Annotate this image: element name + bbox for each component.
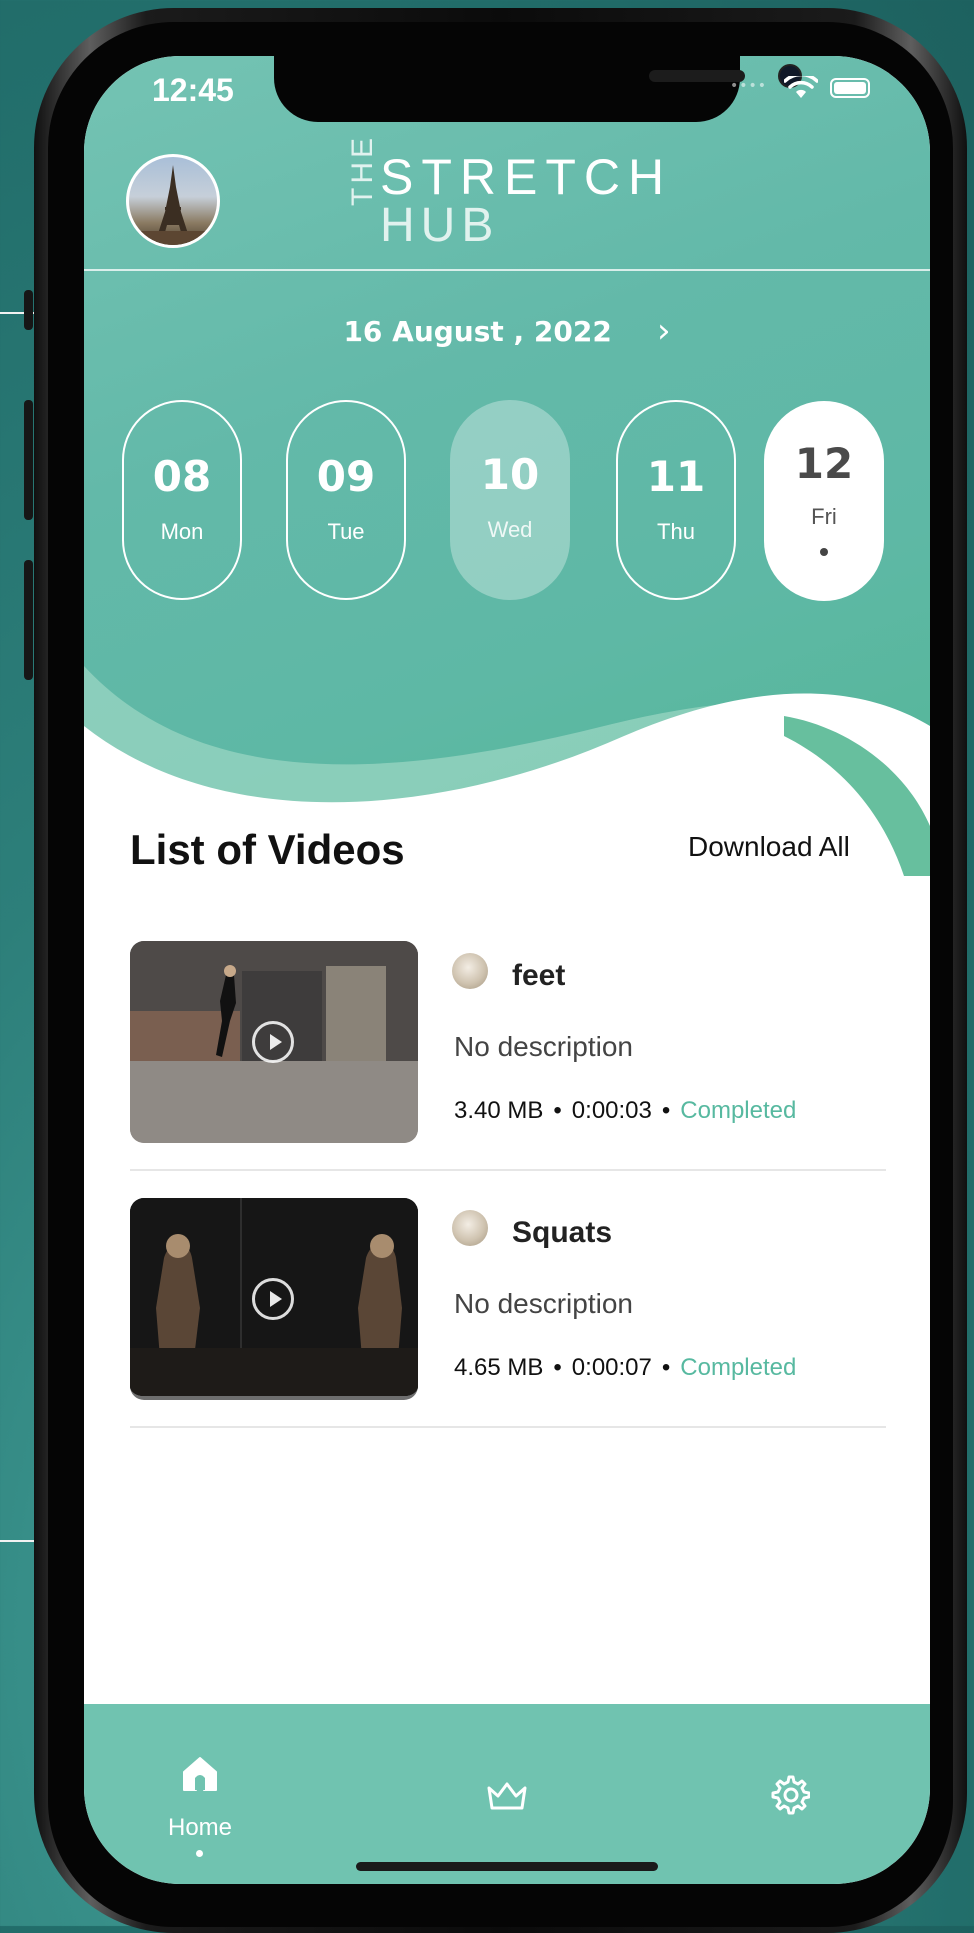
notch [274,56,802,122]
day-name: Thu [657,519,695,544]
video-status: Completed [680,1097,797,1124]
logo-hub-text: HUB [380,199,500,252]
day-name: Tue [327,519,365,544]
date-row: 16 August , 2022 › [84,314,930,348]
video-size: 3.40 MB [454,1097,544,1124]
video-meta: 3.40 MB • 0:00:03 • Completed [454,1097,796,1125]
header-divider [84,269,930,271]
chevron-right-icon[interactable]: › [657,314,671,348]
eiffel-tower-icon [139,165,207,245]
day-number: 09 [316,452,376,501]
day-name: Wed [487,517,533,542]
volume-up-button [24,400,33,520]
selected-day-dot [820,548,828,556]
video-duration: 0:00:07 [571,1354,652,1381]
video-title: feet [512,959,566,992]
list-divider [130,1426,886,1428]
gear-icon [771,1775,810,1815]
active-tab-dot [196,1850,203,1857]
video-size: 4.65 MB [454,1354,544,1381]
day-pill-tue[interactable]: 09 Tue [286,400,406,600]
day-name: Fri [811,504,837,529]
wifi-icon [784,76,818,98]
exercise-icon [452,953,488,989]
day-pill-mon[interactable]: 08 Mon [122,400,242,600]
day-number: 11 [646,452,706,501]
video-duration: 0:00:03 [571,1097,652,1124]
day-pill-wed[interactable]: 10 Wed [450,400,570,600]
play-icon[interactable] [252,1278,294,1320]
exercise-icon [452,1210,488,1246]
meta-separator: • [553,1354,562,1381]
video-description: No description [454,1288,633,1319]
day-pill-thu[interactable]: 11 Thu [616,400,736,600]
download-all-button[interactable]: Download All [688,831,850,863]
signal-icon: •••• [730,78,768,94]
volume-down-button [24,560,33,680]
avatar[interactable] [126,154,220,248]
current-date: 16 August , 2022 [343,314,612,348]
tab-home[interactable]: Home [168,1704,232,1884]
logo-the-text: THE [346,134,379,206]
crown-icon [487,1782,527,1810]
mute-switch [24,290,33,330]
video-thumbnail[interactable] [130,941,418,1143]
section-title: List of Videos [130,826,405,873]
video-status: Completed [680,1354,797,1381]
app-screen: 12:45 •••• THE STRETCH HUB 16 August , 2… [84,56,930,1884]
video-title: Squats [512,1216,613,1249]
video-list-item[interactable]: feet No description 3.40 MB • 0:00:03 • Comp… [130,941,886,1147]
tab-premium[interactable] [482,1704,532,1884]
meta-separator: • [661,1354,671,1381]
day-number: 10 [480,450,540,499]
day-number: 12 [794,439,854,488]
tab-home-label: Home [167,1814,233,1841]
day-number: 08 [152,452,212,501]
day-pill-fri[interactable]: 12 Fri [764,401,884,601]
home-indicator[interactable] [356,1862,658,1871]
day-name: Mon [160,519,204,544]
tab-settings[interactable] [764,1704,814,1884]
play-icon[interactable] [252,1021,294,1063]
tab-bar: Home [84,1704,930,1884]
list-divider [130,1169,886,1171]
video-thumbnail[interactable] [130,1198,418,1400]
video-meta: 4.65 MB • 0:00:07 • Completed [454,1354,796,1382]
video-list-item[interactable]: Squats No description 4.65 MB • 0:00:07 • Co… [130,1198,886,1404]
meta-separator: • [553,1097,562,1124]
video-description: No description [454,1031,633,1062]
home-icon [183,1757,217,1791]
meta-separator: • [661,1097,671,1124]
status-time: 12:45 [152,72,234,108]
battery-icon [830,78,870,98]
